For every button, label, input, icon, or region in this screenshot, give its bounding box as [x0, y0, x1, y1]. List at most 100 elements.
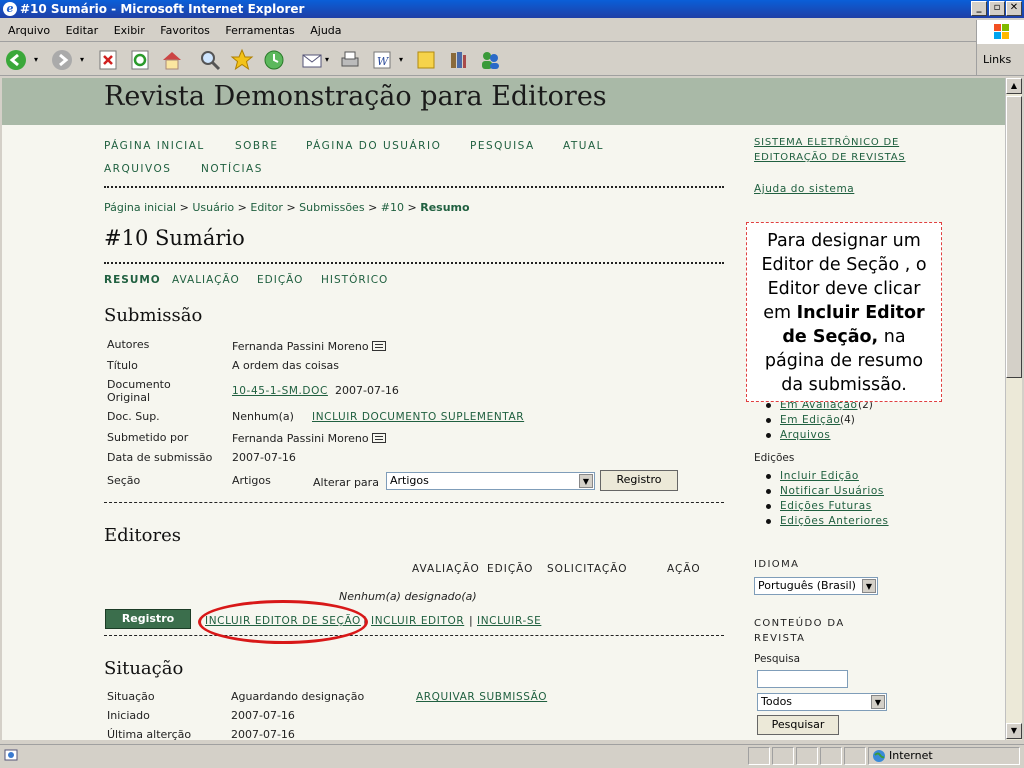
section-record-button[interactable]: Registro	[600, 470, 678, 491]
status-heading: Situação	[104, 658, 184, 679]
breadcrumb-submission-id[interactable]: #10	[381, 201, 404, 214]
doc-label: Documento	[107, 378, 171, 391]
menu-editar[interactable]: Editar	[60, 20, 105, 42]
started-value: 2007-07-16	[231, 709, 295, 722]
nav-noticias[interactable]: NOTÍCIAS	[201, 163, 263, 175]
breadcrumb-editor[interactable]: Editor	[250, 201, 283, 214]
menu-favoritos[interactable]: Favoritos	[154, 20, 216, 42]
menu-ajuda[interactable]: Ajuda	[304, 20, 347, 42]
back-issues-link[interactable]: Edições Anteriores	[780, 515, 889, 527]
zone-label: Internet	[889, 749, 933, 762]
breadcrumb-sep: >	[368, 201, 378, 214]
menu-exibir[interactable]: Exibir	[108, 20, 151, 42]
original-doc-link[interactable]: 10-45-1-SM.DOC	[232, 385, 328, 397]
last-changed-value: 2007-07-16	[231, 728, 295, 740]
close-button[interactable]: ✕	[1006, 1, 1022, 16]
tab-avaliacao[interactable]: AVALIAÇÃO	[172, 274, 240, 286]
divider	[104, 502, 724, 503]
breadcrumb-user[interactable]: Usuário	[192, 201, 234, 214]
nav-pagina-inicial[interactable]: PÁGINA INICIAL	[104, 140, 205, 152]
back-icon[interactable]	[4, 48, 28, 72]
tab-resumo[interactable]: RESUMO	[104, 274, 161, 286]
breadcrumb-submissions[interactable]: Submissões	[299, 201, 364, 214]
add-editor-link[interactable]: INCLUIR EDITOR	[371, 615, 464, 627]
window-titlebar: e #10 Sumário - Microsoft Internet Explo…	[0, 0, 1024, 18]
nav-arquivos[interactable]: ARQUIVOS	[104, 163, 171, 175]
status-label: Situação	[107, 690, 155, 703]
messenger-icon[interactable]	[478, 48, 502, 72]
menu-bar: Arquivo Editar Exibir Favoritos Ferramen…	[0, 20, 1024, 42]
back-dropdown-icon[interactable]: ▾	[30, 48, 42, 72]
home-icon[interactable]	[160, 48, 184, 72]
menu-ferramentas[interactable]: Ferramentas	[219, 20, 300, 42]
nav-sobre[interactable]: SOBRE	[235, 140, 279, 152]
windows-logo-icon	[976, 20, 1024, 44]
mail-dropdown-icon[interactable]: ▾	[322, 48, 332, 72]
authors-name: Fernanda Passini Moreno	[232, 340, 369, 353]
forward-icon[interactable]	[50, 48, 74, 72]
future-issues-link[interactable]: Edições Futuras	[780, 500, 872, 512]
maximize-button[interactable]: ▫	[989, 1, 1005, 16]
sidebar-search-input[interactable]	[757, 670, 848, 688]
links-toolbar[interactable]: Links	[976, 44, 1024, 76]
history-icon[interactable]	[262, 48, 286, 72]
menu-arquivo[interactable]: Arquivo	[0, 20, 56, 42]
refresh-icon[interactable]	[128, 48, 152, 72]
date-value: 2007-07-16	[232, 451, 296, 464]
bullet	[766, 418, 771, 423]
tab-edicao[interactable]: EDIÇÃO	[257, 274, 303, 286]
archives-link[interactable]: Arquivos	[780, 429, 830, 441]
search-scope-value: Todos	[761, 695, 793, 708]
ojs-system-link-2[interactable]: EDITORAÇÃO DE REVISTAS	[754, 152, 906, 163]
search-scope-select[interactable]: Todos ▼	[757, 693, 887, 711]
nav-atual[interactable]: ATUAL	[563, 140, 604, 152]
scroll-thumb[interactable]	[1006, 96, 1022, 378]
supp-value: Nenhum(a)	[232, 410, 294, 423]
mail-icon[interactable]	[371, 341, 386, 351]
chevron-down-icon: ▼	[862, 579, 876, 593]
discuss-icon[interactable]	[414, 48, 438, 72]
submission-heading: Submissão	[104, 305, 203, 326]
breadcrumb-sep: >	[237, 201, 247, 214]
research-icon[interactable]	[446, 48, 470, 72]
print-icon[interactable]	[338, 48, 362, 72]
scroll-up-icon[interactable]: ▲	[1006, 78, 1022, 94]
ojs-system-link[interactable]: SISTEMA ELETRÔNICO DE	[754, 137, 899, 148]
edit-word-icon[interactable]: W	[370, 48, 394, 72]
minimize-button[interactable]: _	[971, 1, 987, 16]
nav-pesquisa[interactable]: PESQUISA	[470, 140, 535, 152]
breadcrumb-sep: >	[407, 201, 417, 214]
notify-users-link[interactable]: Notificar Usuários	[780, 485, 884, 497]
journal-content-label-2: REVISTA	[754, 633, 806, 644]
forward-dropdown-icon[interactable]: ▾	[76, 48, 88, 72]
highlight-ellipse	[198, 600, 368, 644]
tab-historico[interactable]: HISTÓRICO	[321, 274, 388, 286]
mail-icon[interactable]	[300, 48, 324, 72]
mail-icon[interactable]	[371, 433, 386, 443]
favorites-icon[interactable]	[230, 48, 254, 72]
add-supplementary-link[interactable]: INCLUIR DOCUMENTO SUPLEMENTAR	[312, 411, 524, 423]
editors-record-button[interactable]: Registro	[105, 609, 191, 629]
section-label: Seção	[107, 474, 141, 487]
scroll-down-icon[interactable]: ▼	[1006, 723, 1022, 739]
stop-icon[interactable]	[96, 48, 120, 72]
archive-submission-link[interactable]: ARQUIVAR SUBMISSÃO	[416, 691, 547, 703]
breadcrumb-home[interactable]: Página inicial	[104, 201, 176, 214]
create-issue-link[interactable]: Incluir Edição	[780, 470, 859, 482]
nav-pagina-usuario[interactable]: PÁGINA DO USUÁRIO	[306, 140, 441, 152]
bullet	[766, 504, 771, 509]
in-editing-link[interactable]: Em Edição	[780, 414, 840, 426]
svg-text:W: W	[377, 55, 390, 68]
supp-label: Doc. Sup.	[107, 410, 160, 423]
language-select[interactable]: Português (Brasil) ▼	[754, 577, 878, 595]
section-select[interactable]: Artigos ▼	[386, 472, 595, 490]
globe-icon	[872, 749, 886, 763]
vertical-scrollbar[interactable]: ▲ ▼	[1005, 78, 1022, 740]
submitter-name: Fernanda Passini Moreno	[232, 432, 369, 445]
add-self-link[interactable]: INCLUIR-SE	[477, 615, 541, 627]
search-icon[interactable]	[198, 48, 222, 72]
journal-content-label: CONTEÚDO DA	[754, 618, 845, 629]
sidebar-search-button[interactable]: Pesquisar	[757, 715, 839, 735]
system-help-link[interactable]: Ajuda do sistema	[754, 183, 854, 195]
edit-dropdown-icon[interactable]: ▾	[396, 48, 406, 72]
